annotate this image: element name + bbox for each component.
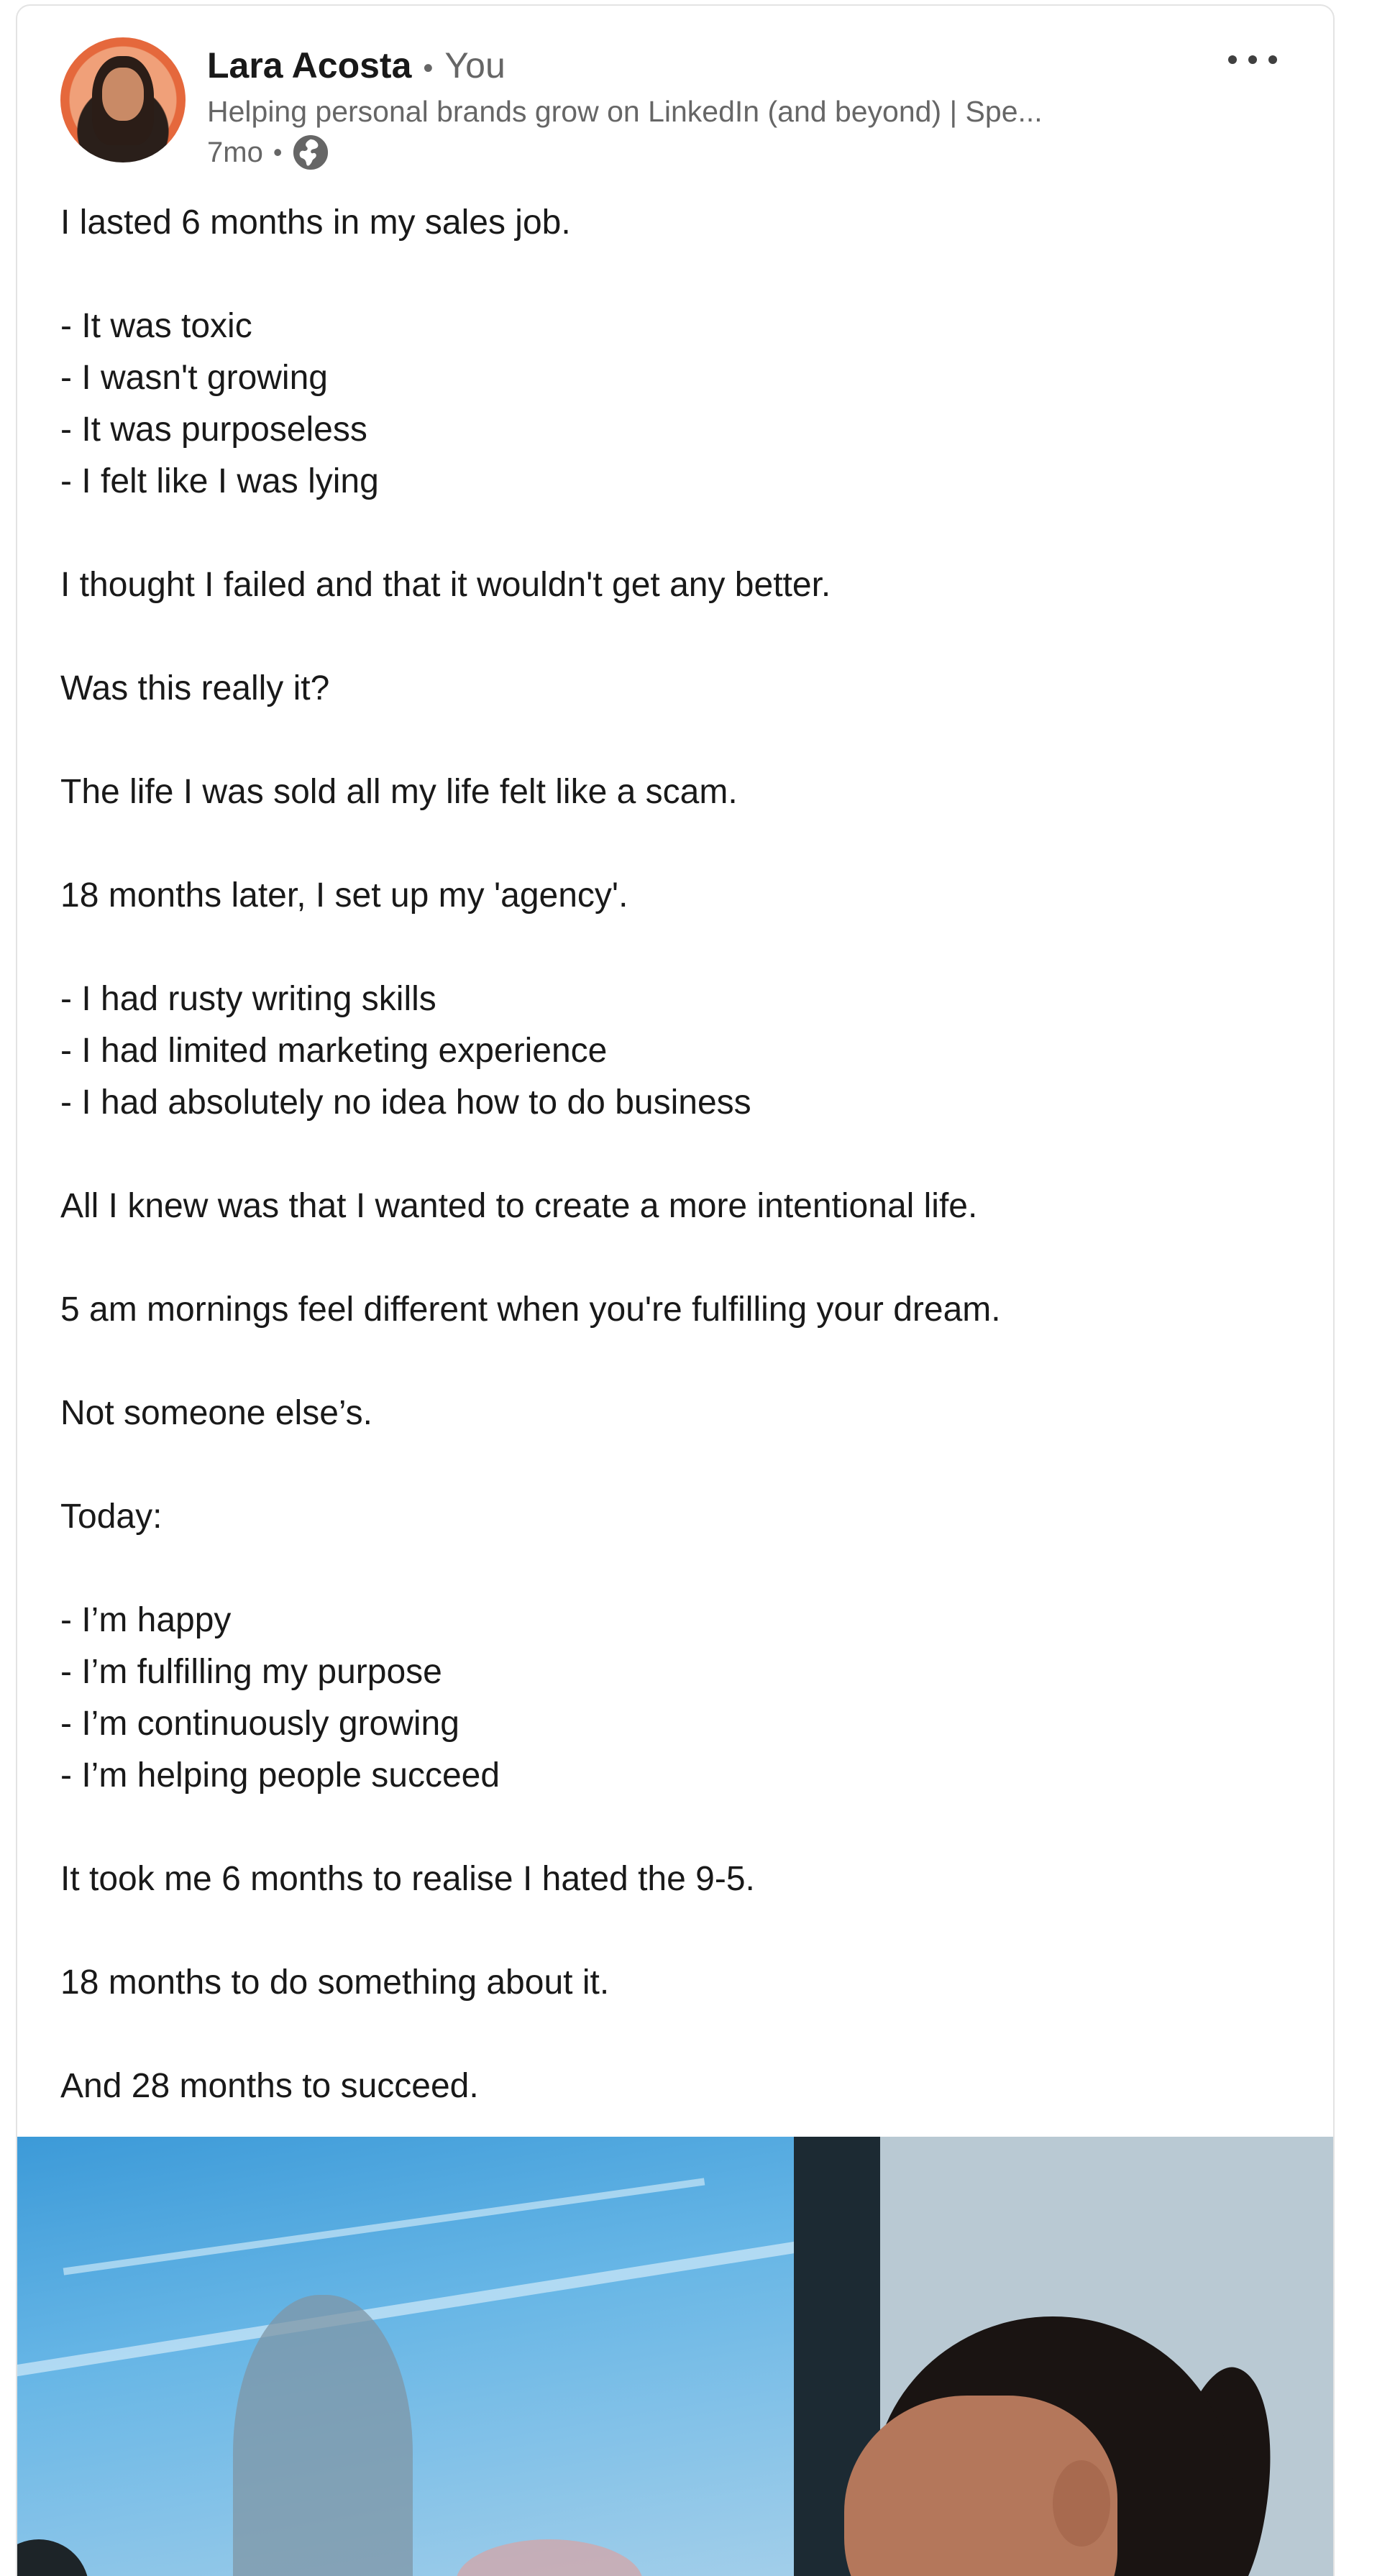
author-headline: Helping personal brands grow on LinkedIn… (207, 95, 1043, 128)
post-card: Lara Acosta • You Helping personal brand… (16, 4, 1335, 2576)
time-separator: • (273, 137, 283, 167)
author-name[interactable]: Lara Acosta (207, 45, 411, 86)
post-text-line: - I wasn't growing (60, 359, 328, 397)
post-text-line: - I had limited marketing experience (60, 1032, 608, 1070)
post-text-line: 5 am mornings feel different when you're… (60, 1291, 1001, 1329)
image-person-ear (1053, 2460, 1110, 2547)
post-text-line: - I’m fulfilling my purpose (60, 1653, 442, 1691)
post-meta: 7mo • (207, 134, 329, 171)
post-text-line: - I felt like I was lying (60, 462, 379, 500)
post-image[interactable] (17, 2137, 1333, 2576)
post-text-line: - It was toxic (60, 307, 252, 345)
post-text-line: - It was purposeless (60, 411, 367, 449)
post-text-line: - I’m happy (60, 1601, 232, 1639)
post-text-line: And 28 months to succeed. (60, 2067, 479, 2105)
post-text-line: It took me 6 months to realise I hated t… (60, 1860, 755, 1898)
post-text-line: Was this really it? (60, 669, 330, 707)
post-text-line: - I had absolutely no idea how to do bus… (60, 1083, 751, 1122)
post-text-line: I lasted 6 months in my sales job. (60, 203, 571, 242)
post-time[interactable]: 7mo (207, 137, 263, 169)
relation-label: You (444, 45, 506, 86)
post-text-line: - I’m helping people succeed (60, 1756, 500, 1795)
author-avatar[interactable] (60, 37, 186, 162)
post-text-line: All I knew was that I wanted to create a… (60, 1187, 978, 1225)
post-text-line: 18 months to do something about it. (60, 1963, 610, 2002)
globe-icon[interactable] (292, 134, 329, 171)
post-text-line: - I’m continuously growing (60, 1705, 459, 1743)
ellipsis-icon (1228, 55, 1277, 64)
post-header: Lara Acosta • You Helping personal brand… (17, 6, 1333, 178)
post-text-line: I thought I failed and that it wouldn't … (60, 566, 831, 604)
post-text-line: Today: (60, 1498, 163, 1536)
avatar-face (102, 68, 144, 121)
post-text-line: The life I was sold all my life felt lik… (60, 773, 738, 811)
post-text-line: - I had rusty writing skills (60, 980, 436, 1018)
name-separator: • (423, 52, 434, 84)
post-text-line: 18 months later, I set up my 'agency'. (60, 876, 628, 915)
author-name-row: Lara Acosta • You (207, 45, 506, 88)
post-body: I lasted 6 months in my sales job. - It w… (60, 197, 1297, 2112)
post-text-line: Not someone else’s. (60, 1394, 373, 1432)
more-options-button[interactable] (1220, 42, 1286, 78)
